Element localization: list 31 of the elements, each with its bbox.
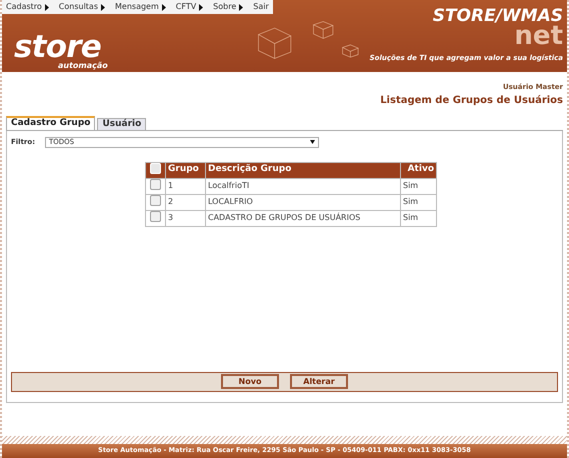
table-cell: LOCALFRIO — [206, 194, 400, 210]
menu-item[interactable]: Sair — [253, 3, 269, 11]
menu-item[interactable]: CFTV — [176, 3, 204, 11]
table-cell: 3 — [166, 210, 206, 226]
product-name: STORE/WMAS — [432, 8, 563, 25]
checkbox[interactable] — [150, 178, 161, 190]
page-title: Listagem de Grupos de Usuários — [380, 94, 563, 108]
action-button[interactable]: Novo — [221, 374, 279, 389]
tab[interactable]: Cadastro Grupo — [6, 116, 96, 130]
checkbox[interactable] — [150, 210, 161, 222]
menu-item[interactable]: Sobre — [213, 3, 244, 11]
table-cell: LocalfrioTI — [206, 178, 400, 194]
logo-subtitle: automação — [57, 62, 109, 70]
column-header: Descrição Grupo — [206, 162, 400, 178]
product-net: net — [514, 25, 563, 47]
table-cell: CADASTRO DE GRUPOS DE USUÁRIOS — [206, 210, 400, 226]
logo-wordmark: store — [14, 32, 102, 62]
dropdown-arrow-icon — [310, 140, 315, 144]
column-header: Grupo — [166, 162, 206, 178]
menu-item[interactable]: Consultas — [58, 3, 105, 11]
column-header: Ativo — [400, 162, 436, 178]
table-cell: Sim — [400, 210, 436, 226]
table-cell: Sim — [400, 194, 436, 210]
menu-item[interactable]: Mensagem — [115, 3, 166, 11]
checkbox[interactable] — [150, 194, 161, 206]
table-cell: 2 — [166, 194, 206, 210]
table-cell: Sim — [400, 178, 436, 194]
tab[interactable]: Usuário — [97, 118, 146, 130]
table-cell: 1 — [166, 178, 206, 194]
menu-item[interactable]: Cadastro — [6, 3, 49, 11]
action-button[interactable]: Alterar — [290, 374, 348, 389]
